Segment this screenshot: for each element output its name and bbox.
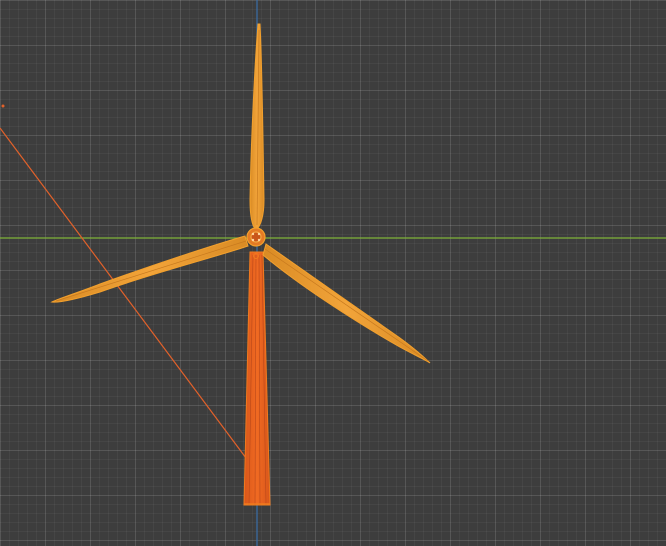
blade-top-mesh[interactable] <box>249 23 265 231</box>
origin-dot <box>1 104 5 108</box>
relationship-line <box>0 127 247 459</box>
blade-right-mesh[interactable] <box>262 243 431 364</box>
tower-mesh[interactable] <box>243 251 271 506</box>
3d-viewport[interactable] <box>0 0 666 546</box>
viewport-scene[interactable] <box>0 0 666 546</box>
blade-left-mesh[interactable] <box>50 235 249 303</box>
